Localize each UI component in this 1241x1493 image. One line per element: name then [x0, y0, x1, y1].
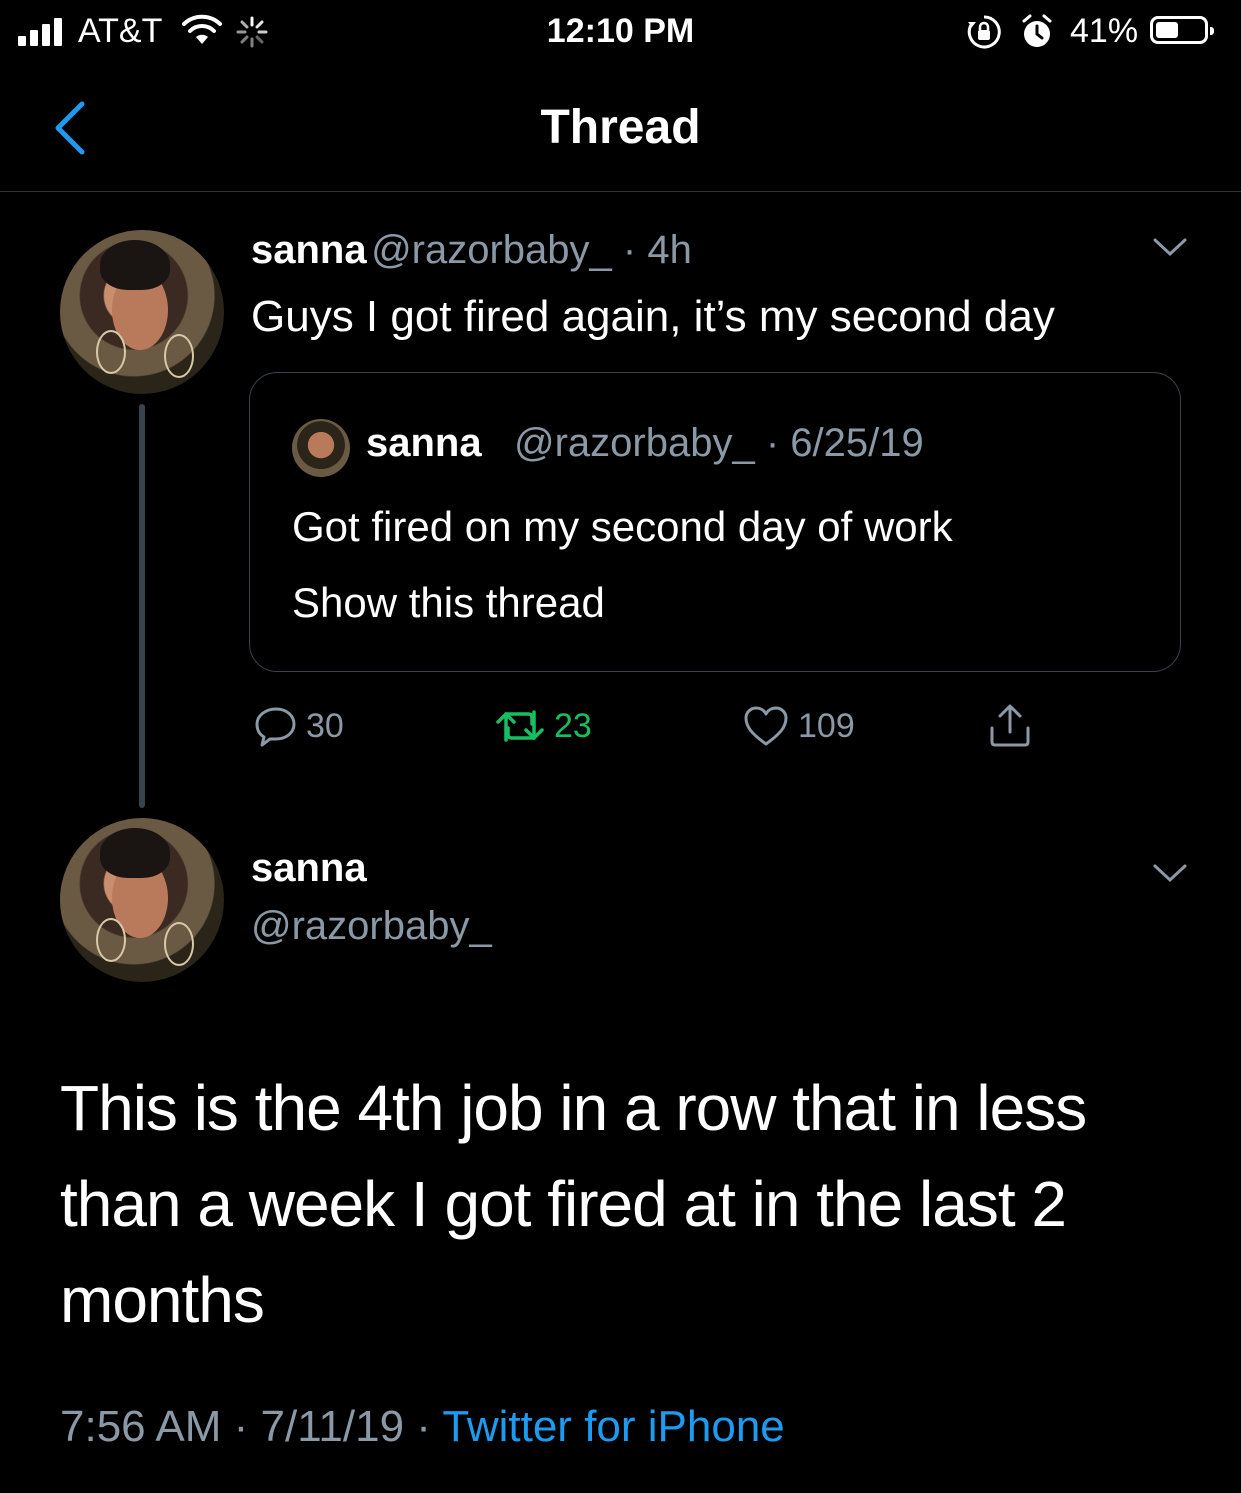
- share-icon: [990, 704, 1030, 747]
- reply-icon: [255, 707, 296, 747]
- main-tweet-text: This is the 4th job in a row that in les…: [60, 1072, 1087, 1336]
- chevron-down-icon: [1153, 238, 1187, 257]
- status-bar: AT&T 12:10 PM 41%: [0, 0, 1241, 70]
- like-button[interactable]: 109: [742, 700, 855, 752]
- avatar[interactable]: [60, 818, 224, 982]
- tweet-menu-button[interactable]: [1152, 862, 1188, 889]
- show-thread-link[interactable]: Show this thread: [292, 579, 605, 627]
- chevron-down-icon: [1153, 864, 1187, 883]
- reply-count: 30: [306, 706, 344, 745]
- avatar[interactable]: [60, 230, 224, 394]
- display-name[interactable]: sanna: [251, 846, 367, 891]
- heart-icon: [744, 706, 788, 746]
- display-name[interactable]: sanna: [251, 228, 367, 272]
- tweet-menu-button[interactable]: [1152, 236, 1188, 263]
- quoted-handle-and-date: @razorbaby_ · 6/25/19: [514, 421, 924, 465]
- user-handle[interactable]: @razorbaby_: [251, 904, 492, 949]
- tweet-footer: 7:56 AM · 7/11/19 · Twitter for iPhone: [60, 1402, 785, 1452]
- tweet-text: Guys I got fired again, it’s my second d…: [251, 292, 1055, 341]
- quoted-tweet-card[interactable]: sanna @razorbaby_ · 6/25/19 Got fired on…: [249, 372, 1181, 672]
- thread-connector-line: [139, 404, 145, 808]
- header-divider: [0, 191, 1241, 192]
- tweet-timestamp: 7:56 AM · 7/11/19 ·: [60, 1402, 443, 1451]
- alarm-icon: [1020, 14, 1054, 55]
- battery-icon: [1150, 16, 1214, 44]
- quoted-display-name: sanna: [366, 421, 482, 465]
- tweet-source-link[interactable]: Twitter for iPhone: [442, 1402, 784, 1451]
- rotation-lock-icon: [966, 14, 1002, 55]
- battery-percentage: 41%: [1070, 12, 1139, 50]
- retweet-icon: [496, 710, 544, 742]
- avatar: [292, 419, 350, 477]
- page-title: Thread: [540, 101, 701, 154]
- tweet-header: sanna @razorbaby_ · 4h: [251, 228, 692, 273]
- retweet-button[interactable]: 23: [494, 700, 592, 752]
- like-count: 109: [798, 706, 855, 745]
- share-button[interactable]: [986, 700, 1034, 752]
- reply-button[interactable]: 30: [254, 700, 344, 752]
- handle-and-time: @razorbaby_ · 4h: [371, 228, 692, 272]
- status-clock: 12:10 PM: [546, 12, 695, 50]
- quoted-tweet-text: Got fired on my second day of work: [292, 503, 953, 550]
- retweet-count: 23: [554, 706, 592, 745]
